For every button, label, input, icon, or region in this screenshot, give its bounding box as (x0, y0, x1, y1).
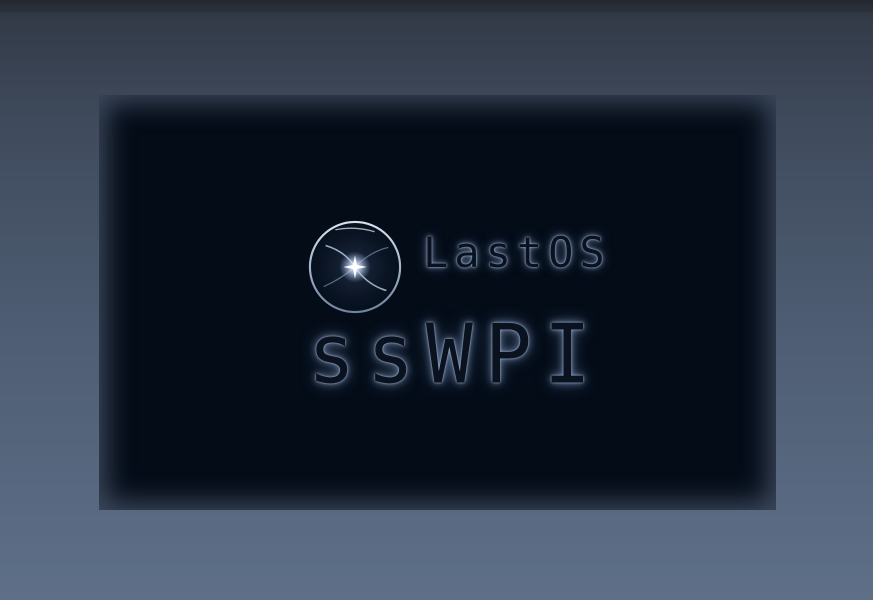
window-top-strip (0, 0, 873, 12)
glass-orb-icon (308, 220, 402, 314)
splash-panel: LastOS ssWPI (99, 95, 776, 510)
logo-group: LastOS ssWPI (99, 95, 776, 510)
brand-top-text: LastOS (423, 228, 611, 277)
brand-main-text: ssWPI (308, 307, 603, 403)
